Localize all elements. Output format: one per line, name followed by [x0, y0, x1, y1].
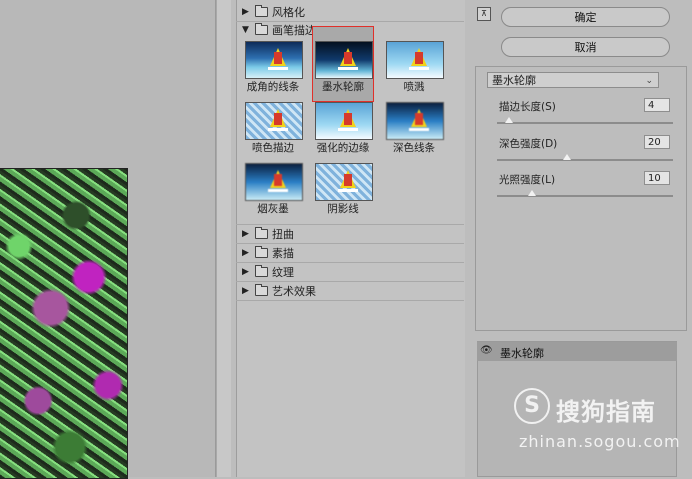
- filter-thumb-sprayed-strokes[interactable]: [245, 102, 303, 140]
- ok-button[interactable]: 确定: [501, 7, 670, 27]
- filter-thumb-crosshatch[interactable]: [315, 163, 373, 201]
- filter-thumb-ink-outlines[interactable]: [315, 41, 373, 79]
- category-artistic[interactable]: ▶ 艺术效果: [242, 283, 316, 299]
- expanded-arrow-icon: ▼: [242, 25, 249, 35]
- preview-image[interactable]: [0, 168, 128, 479]
- folder-icon: [255, 23, 268, 35]
- folder-icon: [255, 5, 268, 17]
- slider-knob[interactable]: [505, 117, 514, 123]
- light-intensity-input[interactable]: 10: [644, 171, 670, 185]
- filter-label: 深色线条: [393, 142, 435, 154]
- stroke-length-slider[interactable]: [497, 117, 673, 124]
- category-label: 画笔描边: [272, 24, 316, 37]
- preview-area[interactable]: [0, 0, 231, 479]
- filter-label: 成角的线条: [246, 81, 300, 93]
- category-distort[interactable]: ▶ 扭曲: [242, 226, 294, 242]
- filter-thumb-accented-edges[interactable]: [315, 102, 373, 140]
- filter-select-value: 墨水轮廓: [492, 74, 536, 87]
- stroke-length-input[interactable]: 4: [644, 98, 670, 112]
- light-intensity-slider[interactable]: [497, 190, 673, 197]
- filter-thumb-dark-strokes[interactable]: [386, 102, 444, 140]
- category-label: 扭曲: [272, 228, 294, 241]
- slider-knob[interactable]: [563, 154, 572, 160]
- preview-scrollbar[interactable]: [216, 0, 231, 477]
- filter-select[interactable]: 墨水轮廓 ⌄: [487, 72, 659, 88]
- filter-label: 强化的边缘: [316, 142, 370, 154]
- collapsed-arrow-icon: ▶: [242, 229, 249, 239]
- filter-thumb-spatter[interactable]: [386, 41, 444, 79]
- category-label: 素描: [272, 247, 294, 260]
- collapsed-arrow-icon: ▶: [242, 286, 249, 296]
- divider: [236, 281, 464, 282]
- effect-layer-name: 墨水轮廓: [500, 347, 544, 360]
- filter-label: 喷色描边: [252, 142, 294, 154]
- chevron-down-icon: ⌄: [645, 76, 653, 86]
- category-sketch[interactable]: ▶ 素描: [242, 245, 294, 261]
- filter-label: 烟灰墨: [257, 203, 289, 215]
- collapse-icon[interactable]: ⊼: [477, 7, 491, 21]
- category-label: 艺术效果: [272, 285, 316, 298]
- eye-icon[interactable]: 👁: [480, 346, 493, 356]
- filter-label: 墨水轮廓: [322, 81, 364, 93]
- slider-knob[interactable]: [528, 190, 537, 196]
- filter-thumb-sumi-e[interactable]: [245, 163, 303, 201]
- divider: [236, 262, 464, 263]
- watermark-logo: S: [514, 388, 550, 424]
- light-intensity-label: 光照强度(L): [499, 174, 556, 186]
- category-brush-strokes[interactable]: ▼ 画笔描边: [242, 22, 316, 38]
- dark-intensity-input[interactable]: 20: [644, 135, 670, 149]
- folder-icon: [255, 265, 268, 277]
- category-stylize[interactable]: ▶ 风格化: [242, 4, 305, 20]
- collapsed-arrow-icon: ▶: [242, 7, 249, 17]
- folder-icon: [255, 246, 268, 258]
- category-texture[interactable]: ▶ 纹理: [242, 264, 294, 280]
- dark-intensity-slider[interactable]: [497, 154, 673, 161]
- category-label: 纹理: [272, 266, 294, 279]
- divider: [236, 224, 464, 225]
- category-label: 风格化: [272, 6, 305, 19]
- filter-thumb-angled-strokes[interactable]: [245, 41, 303, 79]
- dark-intensity-label: 深色强度(D): [499, 138, 558, 150]
- collapsed-arrow-icon: ▶: [242, 267, 249, 277]
- folder-icon: [255, 284, 268, 296]
- folder-icon: [255, 227, 268, 239]
- divider: [236, 243, 464, 244]
- filter-label: 喷溅: [403, 81, 425, 93]
- watermark-url: zhinan.sogou.com: [519, 432, 681, 451]
- divider: [236, 300, 464, 301]
- watermark-text: 搜狗指南: [556, 398, 656, 426]
- cancel-button[interactable]: 取消: [501, 37, 670, 57]
- collapsed-arrow-icon: ▶: [242, 248, 249, 258]
- filter-label: 阴影线: [327, 203, 359, 215]
- stroke-length-label: 描边长度(S): [499, 101, 556, 113]
